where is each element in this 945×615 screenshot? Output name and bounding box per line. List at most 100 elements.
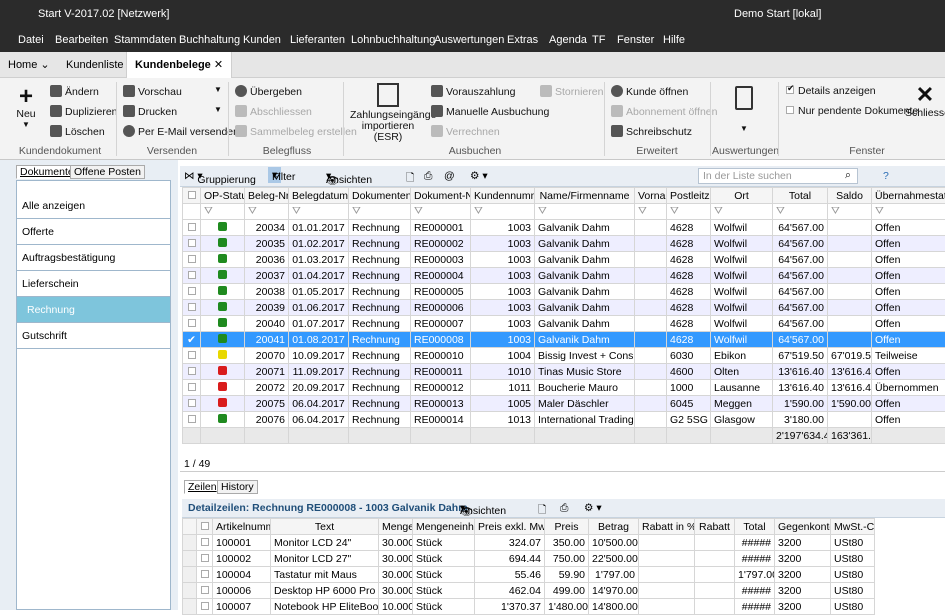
row-select-cell[interactable] [183,396,201,412]
column-header[interactable]: Postleitzahl [667,188,711,204]
new-button[interactable]: + Neu ▼ [12,86,40,129]
menu-kunden[interactable]: Kunden [243,34,281,46]
table-row[interactable]: 2004001.07.2017RechnungRE0000071003Galva… [183,316,945,332]
views-button[interactable]: 👁 Ansichten ▾ [326,170,331,182]
table-row[interactable]: 100004Tastatur mit Maus30.0000Stück55.46… [183,567,875,583]
column-filter[interactable]: ⛛ [535,204,635,220]
table-row[interactable]: 2003801.05.2017RechnungRE0000051003Galva… [183,284,945,300]
open-customer-button[interactable]: Kunde öffnen [611,85,688,98]
manual-writeoff-button[interactable]: Manuelle Ausbuchung [431,105,549,118]
table-row[interactable]: 2007111.09.2017RechnungRE0000111010Tinas… [183,364,945,380]
print-button[interactable]: Drucken [123,105,177,118]
column-filter[interactable]: ⛛ [635,204,667,220]
table-row[interactable]: 2007606.04.2017RechnungRE0000141013Inter… [183,412,945,428]
column-header[interactable]: Dokumententyp [349,188,411,204]
preview-dropdown[interactable]: ▼ [214,85,222,94]
menu-tf[interactable]: TF [592,34,605,46]
column-filter[interactable]: ⛛ [667,204,711,220]
table-row[interactable]: 100006Desktop HP 6000 Pro Micro30.0000St… [183,583,875,599]
row-select-cell[interactable] [183,284,201,300]
column-header[interactable]: Preis [545,519,589,535]
list-item-alle[interactable]: Alle anzeigen [17,193,170,219]
list-item-auftragsbestaetigung[interactable]: Auftragsbestätigung [17,245,170,271]
row-select-cell[interactable] [183,252,201,268]
column-header[interactable]: Total [735,519,775,535]
table-row[interactable]: 2003401.01.2017RechnungRE0000011003Galva… [183,220,945,236]
column-header[interactable]: Kundennummer [471,188,535,204]
row-select-cell[interactable] [183,380,201,396]
column-header[interactable]: MwSt.-Code [831,519,875,535]
handover-button[interactable]: Übergeben [235,85,302,98]
column-header[interactable]: Ort [711,188,773,204]
menu-lohnbuchhaltung[interactable]: Lohnbuchhaltung [351,34,435,46]
pending-only-checkbox[interactable]: Nur pendente Dokumente [786,105,918,117]
preview-button[interactable]: Vorschau [123,85,182,98]
table-row[interactable]: ✔2004101.08.2017RechnungRE0000081003Galv… [183,332,945,348]
column-header[interactable]: Rabatt [695,519,735,535]
close-icon[interactable]: ✕ [214,59,223,71]
at-icon[interactable]: @ [444,170,455,182]
duplicate-button[interactable]: Duplizieren [50,105,118,118]
row-select-cell[interactable] [197,599,213,615]
gear-icon[interactable]: ⚙ ▾ [470,170,488,182]
open-subscription-button[interactable]: Abonnement öffnen [611,105,717,118]
column-header[interactable]: Preis exkl. MwSt. [475,519,545,535]
row-select-cell[interactable] [183,236,201,252]
print-dropdown[interactable]: ▼ [214,105,222,114]
offset-button[interactable]: Verrechnen [431,125,500,138]
column-header[interactable]: Text [271,519,379,535]
table-row[interactable]: 2007220.09.2017RechnungRE0000121011Bouch… [183,380,945,396]
column-header[interactable]: Vorname [635,188,667,204]
column-header[interactable]: Saldo [828,188,872,204]
import-payments-button[interactable]: Zahlungseingänge importieren (ESR) [350,83,426,143]
row-select-cell[interactable] [197,535,213,551]
row-select-cell[interactable] [197,551,213,567]
column-header[interactable]: Rabatt in % [639,519,695,535]
column-header[interactable]: Belegdatum [289,188,349,204]
column-header[interactable]: OP-Status [201,188,245,204]
table-row[interactable]: 100001Monitor LCD 24"30.0000Stück324.073… [183,535,875,551]
reports-button[interactable]: ▼ [733,86,755,133]
edit-button[interactable]: Ändern [50,85,99,98]
table-row[interactable]: 100002Monitor LCD 27"30.0000Stück694.447… [183,551,875,567]
collective-document-button[interactable]: Sammelbeleg erstellen [235,125,357,138]
tab-offene-posten[interactable]: Offene Posten [70,165,145,179]
column-filter[interactable]: ⛛ [872,204,945,220]
menu-bearbeiten[interactable]: Bearbeiten [55,34,108,46]
close-document-button[interactable]: Abschliessen [235,105,312,118]
cancel-document-button[interactable]: Stornieren [540,85,603,98]
list-item-rechnung[interactable]: Rechnung [17,297,170,323]
search-input[interactable]: In der Liste suchen [698,168,858,184]
select-all-cell[interactable] [197,519,213,535]
column-filter[interactable]: ⛛ [773,204,828,220]
table-row[interactable]: 2003501.02.2017RechnungRE0000021003Galva… [183,236,945,252]
column-header[interactable]: Artikelnummer [213,519,271,535]
table-row[interactable]: 2003701.04.2017RechnungRE0000041003Galva… [183,268,945,284]
column-header[interactable]: Mengeneinheit [413,519,475,535]
menu-buchhaltung[interactable]: Buchhaltung [179,34,240,46]
row-select-cell[interactable]: ✔ [183,332,201,348]
tab-home[interactable]: Home ⌄ [0,52,58,78]
column-filter[interactable]: ⛛ [349,204,411,220]
tab-zeilen[interactable]: Zeilen [184,480,221,494]
table-row[interactable]: 2003601.03.2017RechnungRE0000031003Galva… [183,252,945,268]
row-select-cell[interactable] [183,316,201,332]
row-select-cell[interactable] [183,364,201,380]
column-header[interactable]: Übernahmestatus [872,188,945,204]
column-header[interactable]: Beleg-Nr. [245,188,289,204]
column-header[interactable]: Betrag [589,519,639,535]
menu-fenster[interactable]: Fenster [617,34,654,46]
column-filter[interactable]: ⛛ [201,204,245,220]
help-icon[interactable]: ? [883,170,889,182]
column-filter[interactable]: ⛛ [245,204,289,220]
grouping-button[interactable]: ⋈ Gruppierung ▾ [184,170,203,182]
row-select-cell[interactable] [183,220,201,236]
menu-hilfe[interactable]: Hilfe [663,34,685,46]
row-select-cell[interactable] [183,412,201,428]
list-item-gutschrift[interactable]: Gutschrift [17,323,170,349]
column-filter[interactable]: ⛛ [711,204,773,220]
tab-kundenliste[interactable]: Kundenliste [58,52,132,78]
gear-icon[interactable]: ⚙ ▾ [584,502,602,514]
table-row[interactable]: 2003901.06.2017RechnungRE0000061003Galva… [183,300,945,316]
row-select-cell[interactable] [197,583,213,599]
